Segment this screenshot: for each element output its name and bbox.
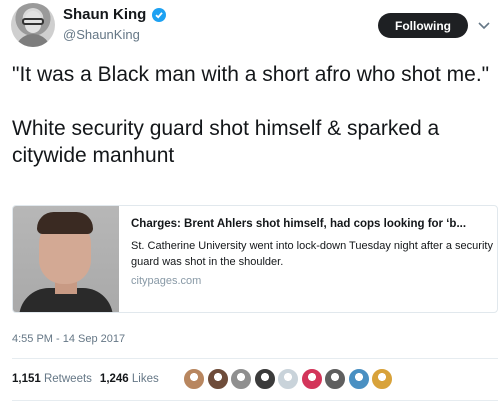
- liker-avatar[interactable]: [371, 368, 393, 390]
- liker-avatar[interactable]: [300, 368, 323, 390]
- likes-count: 1,246: [99, 373, 129, 385]
- divider-bottom: [12, 400, 498, 401]
- likes-label: Likes: [131, 373, 159, 385]
- tweet-header: Shaun King @ShaunKing Following: [0, 0, 500, 56]
- retweets-stat[interactable]: 1,151 Retweets: [12, 373, 92, 385]
- retweets-count: 1,151: [12, 373, 41, 385]
- tweet-stats: 1,151 Retweets 1,246 Likes: [12, 373, 159, 385]
- liker-avatar[interactable]: [253, 368, 276, 390]
- thumbnail-hair: [37, 212, 93, 234]
- avatar-shoulders: [15, 34, 51, 47]
- verified-badge-icon: [152, 8, 166, 22]
- card-description: St. Catherine University went into lock-…: [131, 240, 493, 268]
- liker-avatar[interactable]: [230, 368, 252, 390]
- tweet-line-headline: White security guard shot himself & spar…: [12, 117, 440, 167]
- author-avatar[interactable]: [11, 3, 55, 47]
- divider-top: [12, 358, 498, 359]
- chevron-down-icon[interactable]: [478, 21, 490, 31]
- card-thumbnail: [13, 206, 119, 312]
- avatar-glasses: [22, 18, 44, 25]
- retweets-label: Retweets: [43, 373, 92, 385]
- liker-avatar[interactable]: [183, 368, 205, 390]
- liker-avatar[interactable]: [206, 368, 229, 390]
- link-card[interactable]: Charges: Brent Ahlers shot himself, had …: [12, 205, 498, 313]
- tweet-timestamp[interactable]: 4:55 PM - 14 Sep 2017: [12, 333, 125, 345]
- likes-stat[interactable]: 1,246 Likes: [100, 373, 159, 385]
- liker-avatar[interactable]: [347, 368, 370, 390]
- tweet-text: "It was a Black man with a short afro wh…: [12, 61, 492, 169]
- author-name[interactable]: Shaun King: [63, 6, 146, 23]
- author-handle[interactable]: @ShaunKing: [63, 27, 140, 42]
- card-title: Charges: Brent Ahlers shot himself, had …: [131, 218, 467, 230]
- liker-avatar[interactable]: [277, 368, 299, 390]
- tweet-line-quote: "It was a Black man with a short afro wh…: [12, 63, 490, 86]
- following-button[interactable]: Following: [378, 13, 468, 38]
- liker-avatar[interactable]: [324, 368, 346, 390]
- card-domain: citypages.com: [131, 275, 202, 287]
